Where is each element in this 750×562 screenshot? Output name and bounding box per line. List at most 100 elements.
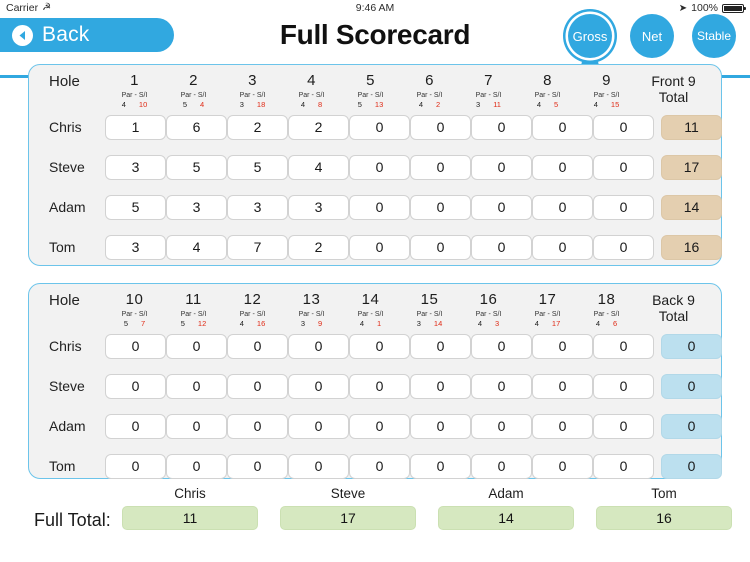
score-input[interactable]: 4 — [288, 154, 349, 180]
score-input[interactable]: 0 — [166, 413, 227, 439]
score-input[interactable]: 3 — [105, 234, 166, 260]
score-cell-wrapper: 0 — [593, 234, 654, 260]
par-value: 5 — [180, 319, 185, 328]
score-input[interactable]: 0 — [593, 154, 654, 180]
score-input[interactable]: 0 — [105, 333, 166, 359]
score-input[interactable]: 0 — [288, 373, 349, 399]
mode-button-stable[interactable]: Stable — [692, 14, 736, 58]
score-input[interactable]: 0 — [288, 453, 349, 479]
score-input[interactable]: 1 — [105, 114, 166, 140]
score-input[interactable]: 0 — [349, 333, 410, 359]
score-input[interactable]: 0 — [532, 234, 593, 260]
score-input[interactable]: 0 — [593, 373, 654, 399]
front-total-header-line2: Total — [658, 89, 689, 105]
score-input[interactable]: 0 — [288, 333, 349, 359]
score-input[interactable]: 0 — [532, 114, 593, 140]
full-total-player-names: Chris Steve Adam Tom — [122, 486, 732, 501]
mode-button-net[interactable]: Net — [630, 14, 674, 58]
score-input[interactable]: 5 — [227, 154, 288, 180]
score-input[interactable]: 0 — [471, 114, 532, 140]
score-input[interactable]: 0 — [227, 413, 288, 439]
score-input[interactable]: 0 — [471, 194, 532, 220]
score-input[interactable]: 0 — [471, 413, 532, 439]
score-input[interactable]: 4 — [166, 234, 227, 260]
par-label: Par — [593, 311, 605, 318]
score-input[interactable]: 0 — [532, 194, 593, 220]
par-label: Par — [357, 92, 369, 99]
score-input[interactable]: 3 — [227, 194, 288, 220]
score-input[interactable]: 0 — [349, 194, 410, 220]
score-input[interactable]: 0 — [593, 413, 654, 439]
score-input[interactable]: 0 — [410, 154, 471, 180]
score-input[interactable]: 0 — [471, 333, 532, 359]
score-input[interactable]: 0 — [532, 453, 593, 479]
score-input[interactable]: 2 — [227, 114, 288, 140]
par-si-header: Par - S/I — [358, 310, 384, 319]
score-cell-wrapper: 0 — [105, 413, 166, 439]
score-input[interactable]: 0 — [593, 333, 654, 359]
score-cell-wrapper: 0 — [227, 453, 288, 479]
score-input[interactable]: 0 — [471, 373, 532, 399]
full-total-box: 11 — [122, 506, 258, 530]
score-input[interactable]: 0 — [349, 154, 410, 180]
score-input[interactable]: 0 — [349, 373, 410, 399]
score-input[interactable]: 7 — [227, 234, 288, 260]
score-input[interactable]: 0 — [349, 234, 410, 260]
score-cell-wrapper: 2 — [227, 114, 288, 140]
score-input[interactable]: 0 — [410, 453, 471, 479]
score-input[interactable]: 0 — [410, 333, 471, 359]
par-label: Par — [121, 311, 133, 318]
mode-button-gross-label: Gross — [572, 28, 608, 44]
score-input[interactable]: 6 — [166, 114, 227, 140]
hole-number: 12 — [243, 291, 262, 308]
score-input[interactable]: 0 — [593, 453, 654, 479]
score-input[interactable]: 0 — [471, 234, 532, 260]
score-input[interactable]: 5 — [105, 194, 166, 220]
par-value: 4 — [121, 100, 126, 109]
score-input[interactable]: 0 — [593, 234, 654, 260]
score-input[interactable]: 3 — [288, 194, 349, 220]
hole-header-cell: 9 Par - S/I 4 15 — [577, 73, 636, 109]
score-input[interactable]: 0 — [410, 234, 471, 260]
score-input[interactable]: 0 — [471, 453, 532, 479]
score-input[interactable]: 0 — [166, 453, 227, 479]
score-input[interactable]: 0 — [532, 154, 593, 180]
score-input[interactable]: 0 — [532, 373, 593, 399]
score-input[interactable]: 0 — [410, 413, 471, 439]
score-input[interactable]: 0 — [593, 194, 654, 220]
score-input[interactable]: 0 — [349, 413, 410, 439]
score-input[interactable]: 0 — [105, 373, 166, 399]
score-input[interactable]: 0 — [410, 194, 471, 220]
score-input[interactable]: 0 — [105, 453, 166, 479]
score-input[interactable]: 0 — [105, 413, 166, 439]
score-input[interactable]: 0 — [410, 373, 471, 399]
par-label: Par — [239, 311, 251, 318]
score-input[interactable]: 2 — [288, 234, 349, 260]
score-input[interactable]: 0 — [593, 114, 654, 140]
score-input[interactable]: 0 — [532, 413, 593, 439]
full-total-footer: Chris Steve Adam Tom Full Total: 11 17 14 16 — [0, 486, 750, 556]
score-input[interactable]: 5 — [166, 154, 227, 180]
mode-button-gross[interactable]: Gross — [568, 14, 612, 58]
full-total-player-name: Adam — [488, 486, 524, 501]
score-input[interactable]: 0 — [349, 114, 410, 140]
score-input[interactable]: 0 — [227, 453, 288, 479]
table-row: Tom 3 4 7 2 0 0 0 0 0 16 — [29, 227, 722, 267]
score-input[interactable]: 0 — [471, 154, 532, 180]
score-input[interactable]: 0 — [288, 413, 349, 439]
score-input[interactable]: 0 — [166, 373, 227, 399]
score-input[interactable]: 0 — [532, 333, 593, 359]
score-input[interactable]: 0 — [410, 114, 471, 140]
score-input[interactable]: 0 — [166, 333, 227, 359]
par-si-values: 39 — [301, 319, 322, 328]
score-input[interactable]: 0 — [227, 373, 288, 399]
score-cell-wrapper: 0 — [532, 333, 593, 359]
player-name-label: Tom — [49, 239, 76, 255]
nine-total-value: 0 — [661, 373, 722, 399]
score-input[interactable]: 3 — [166, 194, 227, 220]
par-si-separator: - — [488, 92, 491, 99]
score-input[interactable]: 3 — [105, 154, 166, 180]
score-input[interactable]: 0 — [349, 453, 410, 479]
score-input[interactable]: 2 — [288, 114, 349, 140]
score-input[interactable]: 0 — [227, 333, 288, 359]
